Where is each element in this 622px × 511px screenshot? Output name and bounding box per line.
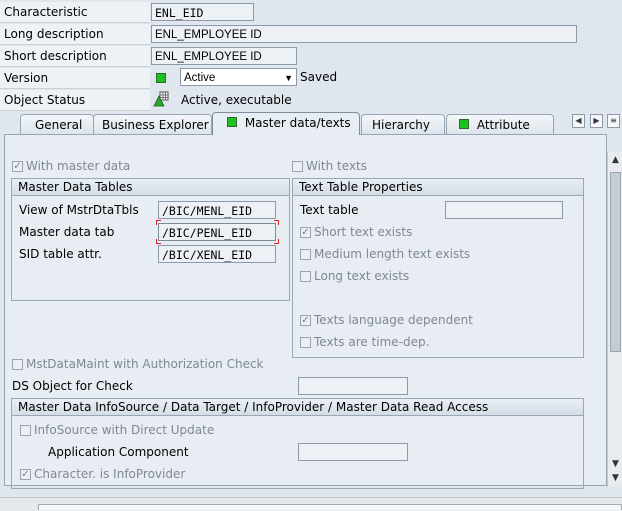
tab-master-data-texts[interactable]: Master data/texts	[212, 112, 360, 135]
object-status-icon	[153, 91, 169, 110]
tab-master-data-texts-label: Master data/texts	[244, 116, 351, 130]
time-dependent-checkbox[interactable]	[300, 337, 311, 348]
selection-corner	[156, 220, 161, 225]
tab-status-icon	[459, 119, 469, 129]
selection-corner	[156, 239, 161, 244]
scroll-up-icon[interactable]: ▲	[609, 154, 622, 167]
tab-status-icon	[227, 117, 237, 127]
language-dependent-checkbox[interactable]: ✓	[300, 315, 311, 326]
medium-text-checkbox[interactable]	[300, 249, 311, 260]
short-description-field[interactable]: ENL_EMPLOYEE ID	[151, 47, 297, 65]
version-label: Version	[0, 68, 150, 89]
sid-table-field[interactable]: /BIC/XENL_EID	[158, 245, 276, 263]
short-text-checkbox[interactable]: ✓	[300, 227, 311, 238]
scrollbar-thumb[interactable]	[610, 172, 621, 352]
tab-business-explorer-label: Business Explorer	[102, 118, 209, 132]
long-description-label: Long description	[0, 24, 150, 45]
long-description-field[interactable]: ENL_EMPLOYEE ID	[151, 25, 577, 43]
tab-attribute[interactable]: Attribute	[446, 114, 554, 134]
long-text-checkbox[interactable]	[300, 271, 311, 282]
text-table-label: Text table	[300, 203, 359, 217]
infoprovider-checkbox[interactable]: ✓	[20, 469, 31, 480]
characteristic-label: Characteristic	[0, 2, 150, 23]
version-saved-text: Saved	[300, 70, 338, 84]
time-dependent-label: Texts are time-dep.	[314, 335, 430, 349]
master-data-tab-field[interactable]: /BIC/PENL_EID	[158, 223, 276, 241]
master-data-tables-title: Master Data Tables	[12, 179, 289, 196]
tab-general-label: General	[35, 118, 83, 132]
infosource-group-title: Master Data InfoSource / Data Target / I…	[12, 399, 583, 416]
selection-corner	[274, 239, 279, 244]
with-texts-label: With texts	[306, 159, 367, 173]
application-component-label: Application Component	[48, 445, 189, 459]
scroll-down-icon[interactable]: ▼	[609, 458, 622, 471]
ds-object-label: DS Object for Check	[12, 379, 133, 393]
bottom-container-edge	[38, 504, 622, 510]
infoprovider-label: Character. is InfoProvider	[34, 467, 186, 481]
tab-attribute-label: Attribute	[476, 118, 530, 132]
authorization-check-label: MstDataMaint with Authorization Check	[26, 357, 264, 371]
object-status-value: Active, executable	[181, 93, 292, 107]
language-dependent-label: Texts language dependent	[314, 313, 473, 327]
tab-scroll-left-icon[interactable]: ◀	[572, 114, 585, 128]
with-master-data-label: With master data	[26, 159, 131, 173]
selection-corner	[274, 220, 279, 225]
direct-update-label: InfoSource with Direct Update	[34, 423, 215, 437]
sid-table-label: SID table attr.	[19, 247, 102, 261]
tab-scroll-right-icon[interactable]: ▶	[590, 114, 603, 128]
tab-hierarchy[interactable]: Hierarchy	[361, 114, 445, 134]
short-description-label: Short description	[0, 46, 150, 67]
tab-list-icon[interactable]: ≡	[607, 114, 620, 128]
characteristic-field[interactable]: ENL_EID	[151, 3, 254, 21]
version-dropdown[interactable]: Active ▼	[180, 68, 297, 86]
version-dropdown-value: Active	[184, 72, 216, 84]
text-table-properties-title: Text Table Properties	[293, 179, 583, 196]
short-text-label: Short text exists	[314, 225, 413, 239]
ds-object-field[interactable]	[298, 377, 408, 395]
authorization-check-checkbox[interactable]	[12, 359, 23, 370]
application-component-field[interactable]	[298, 443, 408, 461]
tab-hierarchy-label: Hierarchy	[372, 118, 431, 132]
tab-business-explorer[interactable]: Business Explorer	[93, 114, 212, 134]
with-master-data-checkbox[interactable]: ✓	[12, 161, 23, 172]
tab-general[interactable]: General	[20, 114, 94, 134]
view-master-tables-field[interactable]: /BIC/MENL_EID	[158, 201, 276, 219]
scroll-down-icon[interactable]: ▼	[609, 472, 622, 485]
vertical-scrollbar[interactable]: ▲ ▼ ▼	[607, 152, 622, 487]
master-data-tab-label: Master data tab	[19, 225, 115, 239]
view-master-tables-label: View of MstrDtaTbls	[19, 203, 139, 217]
medium-text-label: Medium length text exists	[314, 247, 471, 261]
object-status-label: Object Status	[0, 90, 150, 111]
text-table-field[interactable]	[445, 201, 563, 219]
with-texts-checkbox[interactable]	[292, 161, 303, 172]
direct-update-checkbox[interactable]	[20, 425, 31, 436]
chevron-down-icon: ▼	[284, 73, 293, 83]
active-status-icon	[156, 73, 166, 83]
long-text-label: Long text exists	[314, 269, 410, 283]
